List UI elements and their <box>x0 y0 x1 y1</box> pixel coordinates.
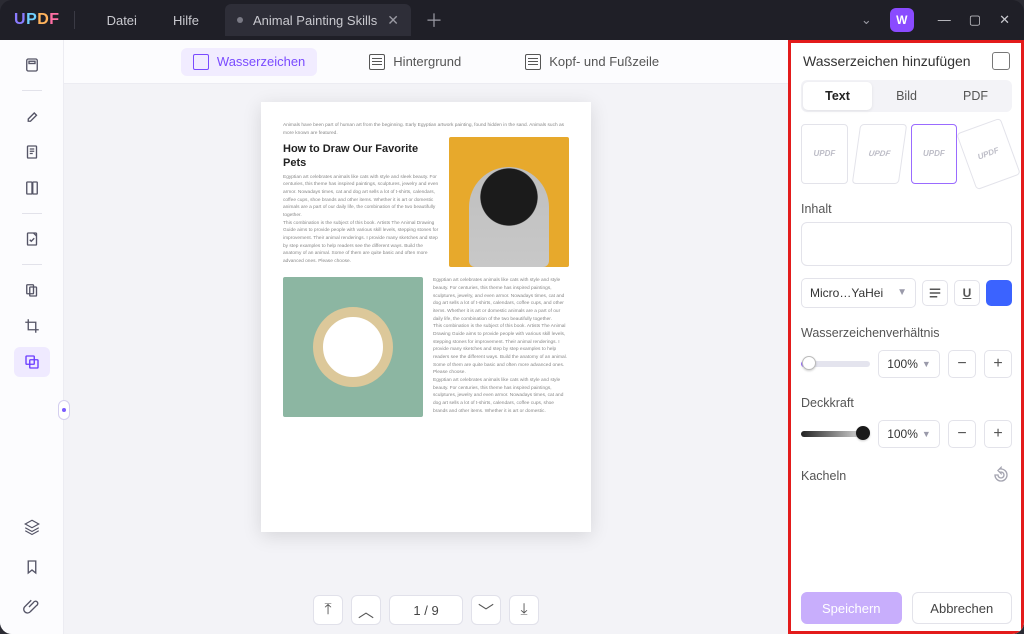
pager-last-button[interactable]: ⤓ <box>509 595 539 625</box>
tab-close-icon[interactable]: ✕ <box>387 12 399 29</box>
sidebar-layers-icon[interactable] <box>14 512 50 542</box>
window-minimize-icon[interactable]: ― <box>938 12 951 28</box>
panel-title: Wasserzeichen hinzufügen <box>803 53 971 69</box>
cancel-button[interactable]: Abbrechen <box>912 592 1013 624</box>
document-tab[interactable]: Animal Painting Skills ✕ <box>225 4 411 36</box>
window-maximize-icon[interactable]: ▢ <box>969 12 981 28</box>
tab-watermark[interactable]: Wasserzeichen <box>181 48 317 76</box>
opacity-decrease-button[interactable]: − <box>948 420 976 448</box>
align-button[interactable] <box>922 280 948 306</box>
tile-reset-icon[interactable] <box>992 466 1012 486</box>
text-color-button[interactable] <box>986 280 1012 306</box>
doc-para2: This combination is the subject of this … <box>283 220 439 266</box>
sidebar-tool-organize[interactable] <box>14 275 50 305</box>
window-close-icon[interactable]: ✕ <box>999 12 1010 28</box>
watermark-preset-1[interactable]: UPDF <box>801 124 848 184</box>
opacity-slider[interactable] <box>801 431 870 437</box>
pager-total: 9 <box>431 603 438 618</box>
doc-image-pug <box>449 137 569 267</box>
sidebar-tool-reader[interactable] <box>14 50 50 80</box>
sidebar-tool-crop[interactable] <box>14 311 50 341</box>
tab-watermark-label: Wasserzeichen <box>217 54 305 69</box>
doc-para1: Egyptian art celebrates animals like cat… <box>283 174 439 220</box>
doc-image-embroidery <box>283 277 423 417</box>
chevron-down-icon[interactable]: ⌄ <box>853 12 880 28</box>
panel-expand-icon[interactable] <box>992 52 1010 70</box>
sidebar-collapse-handle[interactable] <box>58 400 70 420</box>
watermark-panel: Wasserzeichen hinzufügen Text Bild PDF U… <box>788 40 1024 634</box>
opacity-label: Deckkraft <box>801 396 1012 410</box>
sidebar-tool-form[interactable] <box>14 224 50 254</box>
menu-help[interactable]: Hilfe <box>155 13 217 28</box>
sidebar-tool-highlight[interactable] <box>14 101 50 131</box>
sidebar-bookmark-icon[interactable] <box>14 552 50 582</box>
save-button[interactable]: Speichern <box>801 592 902 624</box>
doc-para4: This combination is the subject of this … <box>433 323 569 377</box>
doc-para3: Egyptian art celebrates animals like cat… <box>433 277 569 323</box>
content-label: Inhalt <box>801 202 1012 216</box>
tab-indicator-icon <box>237 17 243 23</box>
watermark-icon <box>193 54 209 70</box>
account-badge[interactable]: W <box>890 8 914 32</box>
ratio-value-box[interactable]: 100%▼ <box>878 350 940 378</box>
ratio-label: Wasserzeichenverhältnis <box>801 326 1012 340</box>
pager-prev-button[interactable]: ︿ <box>351 595 381 625</box>
ratio-decrease-button[interactable]: − <box>948 350 976 378</box>
font-select[interactable]: Micro…YaHei ▼ <box>801 278 916 308</box>
underline-button[interactable]: U <box>954 280 980 306</box>
tab-title: Animal Painting Skills <box>253 13 377 28</box>
document-page: Animals have been part of human art from… <box>261 102 591 532</box>
tile-label: Kacheln <box>801 469 846 483</box>
pager-sep: / <box>424 603 428 618</box>
watermark-preset-2[interactable]: UPDF <box>852 124 907 184</box>
new-tab-button[interactable]: ＋ <box>425 7 443 33</box>
left-sidebar <box>0 40 64 634</box>
pager-next-button[interactable]: ﹀ <box>471 595 501 625</box>
font-select-value: Micro…YaHei <box>810 286 883 300</box>
doc-lead: Animals have been part of human art from… <box>283 122 569 137</box>
panel-tab-pdf[interactable]: PDF <box>941 82 1010 110</box>
tab-background-label: Hintergrund <box>393 54 461 69</box>
document-canvas[interactable]: Animals have been part of human art from… <box>64 84 788 586</box>
panel-tab-text[interactable]: Text <box>803 82 872 110</box>
watermark-text-input[interactable] <box>801 222 1012 266</box>
menu-file[interactable]: Datei <box>89 13 155 28</box>
sidebar-attachment-icon[interactable] <box>14 592 50 622</box>
opacity-increase-button[interactable]: + <box>984 420 1012 448</box>
ratio-increase-button[interactable]: + <box>984 350 1012 378</box>
header-footer-icon <box>525 54 541 70</box>
app-logo: UPDF <box>14 11 60 29</box>
watermark-preset-4[interactable]: UPDF <box>956 118 1020 190</box>
sidebar-tool-watermark[interactable] <box>14 347 50 377</box>
tab-background[interactable]: Hintergrund <box>357 48 473 76</box>
pager-field[interactable]: 1 / 9 <box>389 595 463 625</box>
doc-para5: Egyptian art celebrates animals like cat… <box>433 377 569 415</box>
watermark-preset-3[interactable]: UPDF <box>911 124 958 184</box>
pager-first-button[interactable]: ⤒ <box>313 595 343 625</box>
tab-header-footer-label: Kopf- und Fußzeile <box>549 54 659 69</box>
tab-header-footer[interactable]: Kopf- und Fußzeile <box>513 48 671 76</box>
panel-tab-image[interactable]: Bild <box>872 82 941 110</box>
opacity-value-box[interactable]: 100%▼ <box>878 420 940 448</box>
panel-type-tabs: Text Bild PDF <box>801 80 1012 112</box>
ratio-slider[interactable] <box>801 361 870 367</box>
chevron-down-icon: ▼ <box>897 287 907 298</box>
sidebar-tool-edit[interactable] <box>14 137 50 167</box>
background-icon <box>369 54 385 70</box>
pager-current: 1 <box>413 603 420 618</box>
sidebar-tool-pages[interactable] <box>14 173 50 203</box>
doc-heading: How to Draw Our Favorite Pets <box>283 143 439 169</box>
pager: ⤒ ︿ 1 / 9 ﹀ ⤓ <box>64 586 788 634</box>
titlebar: UPDF Datei Hilfe Animal Painting Skills … <box>0 0 1024 40</box>
page-tools-bar: Wasserzeichen Hintergrund Kopf- und Fußz… <box>64 40 788 84</box>
